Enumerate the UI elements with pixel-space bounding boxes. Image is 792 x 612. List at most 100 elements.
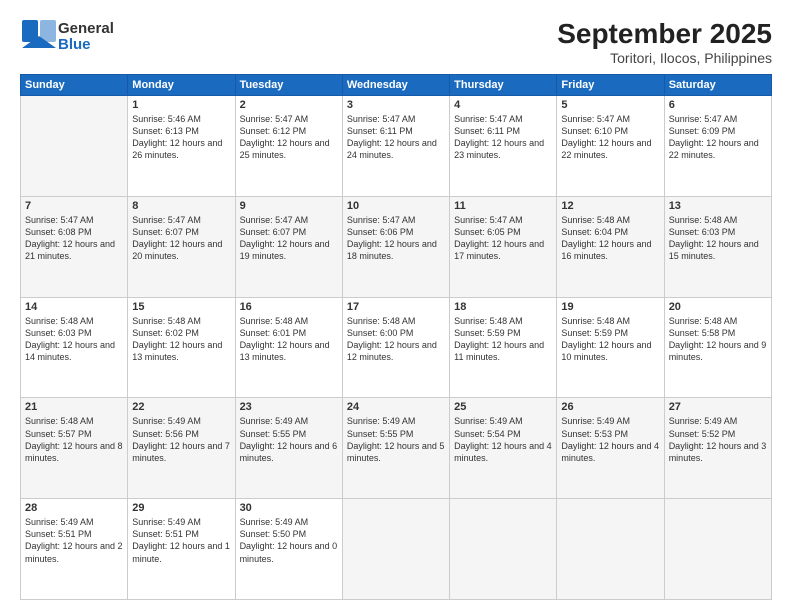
calendar-subtitle: Toritori, Ilocos, Philippines [557,50,772,66]
calendar-cell [557,499,664,600]
day-sunrise: Sunrise: 5:49 AM [132,416,201,426]
header-wednesday: Wednesday [342,75,449,96]
day-number: 22 [132,401,230,413]
day-number: 6 [669,99,767,111]
day-number: 25 [454,401,552,413]
calendar-table: Sunday Monday Tuesday Wednesday Thursday… [20,74,772,600]
day-number: 11 [454,200,552,212]
day-sunset: Sunset: 5:53 PM [561,429,628,439]
day-daylight: Daylight: 12 hours and 13 minutes. [240,340,330,362]
calendar-cell: 17 Sunrise: 5:48 AM Sunset: 6:00 PM Dayl… [342,297,449,398]
calendar-cell: 14 Sunrise: 5:48 AM Sunset: 6:03 PM Dayl… [21,297,128,398]
day-number: 2 [240,99,338,111]
day-number: 28 [25,502,123,514]
day-daylight: Daylight: 12 hours and 22 minutes. [669,138,759,160]
calendar-cell: 27 Sunrise: 5:49 AM Sunset: 5:52 PM Dayl… [664,398,771,499]
day-number: 15 [132,301,230,313]
day-sunrise: Sunrise: 5:49 AM [240,416,309,426]
calendar-cell: 19 Sunrise: 5:48 AM Sunset: 5:59 PM Dayl… [557,297,664,398]
day-sunset: Sunset: 5:59 PM [561,328,628,338]
calendar-week-row-2: 7 Sunrise: 5:47 AM Sunset: 6:08 PM Dayli… [21,196,772,297]
calendar-cell: 2 Sunrise: 5:47 AM Sunset: 6:12 PM Dayli… [235,96,342,197]
day-number: 30 [240,502,338,514]
day-sunset: Sunset: 6:10 PM [561,126,628,136]
day-number: 5 [561,99,659,111]
calendar-cell: 15 Sunrise: 5:48 AM Sunset: 6:02 PM Dayl… [128,297,235,398]
day-sunrise: Sunrise: 5:48 AM [240,316,309,326]
day-number: 3 [347,99,445,111]
day-sunset: Sunset: 5:54 PM [454,429,521,439]
day-sunset: Sunset: 5:51 PM [132,529,199,539]
calendar-cell [450,499,557,600]
day-daylight: Daylight: 12 hours and 19 minutes. [240,239,330,261]
day-sunset: Sunset: 5:55 PM [347,429,414,439]
day-daylight: Daylight: 12 hours and 6 minutes. [240,441,338,463]
logo: General Blue [20,18,114,56]
calendar-cell: 7 Sunrise: 5:47 AM Sunset: 6:08 PM Dayli… [21,196,128,297]
logo-text: General Blue [58,21,114,54]
day-sunset: Sunset: 6:05 PM [454,227,521,237]
day-number: 9 [240,200,338,212]
day-sunrise: Sunrise: 5:48 AM [25,316,94,326]
calendar-cell: 3 Sunrise: 5:47 AM Sunset: 6:11 PM Dayli… [342,96,449,197]
header-monday: Monday [128,75,235,96]
day-sunset: Sunset: 6:04 PM [561,227,628,237]
calendar-cell: 6 Sunrise: 5:47 AM Sunset: 6:09 PM Dayli… [664,96,771,197]
day-daylight: Daylight: 12 hours and 10 minutes. [561,340,651,362]
day-number: 18 [454,301,552,313]
day-sunrise: Sunrise: 5:47 AM [240,215,309,225]
day-sunrise: Sunrise: 5:48 AM [347,316,416,326]
logo-blue-text: Blue [58,37,114,54]
day-sunset: Sunset: 6:01 PM [240,328,307,338]
day-sunset: Sunset: 6:06 PM [347,227,414,237]
day-sunset: Sunset: 5:50 PM [240,529,307,539]
day-daylight: Daylight: 12 hours and 7 minutes. [132,441,230,463]
day-sunset: Sunset: 6:00 PM [347,328,414,338]
calendar-cell: 29 Sunrise: 5:49 AM Sunset: 5:51 PM Dayl… [128,499,235,600]
day-number: 13 [669,200,767,212]
day-daylight: Daylight: 12 hours and 14 minutes. [25,340,115,362]
calendar-cell: 24 Sunrise: 5:49 AM Sunset: 5:55 PM Dayl… [342,398,449,499]
calendar-cell: 21 Sunrise: 5:48 AM Sunset: 5:57 PM Dayl… [21,398,128,499]
day-number: 26 [561,401,659,413]
header: General Blue September 2025 Toritori, Il… [20,18,772,66]
day-sunrise: Sunrise: 5:49 AM [25,517,94,527]
day-number: 4 [454,99,552,111]
day-sunrise: Sunrise: 5:47 AM [347,114,416,124]
day-sunrise: Sunrise: 5:48 AM [561,316,630,326]
day-daylight: Daylight: 12 hours and 12 minutes. [347,340,437,362]
day-daylight: Daylight: 12 hours and 18 minutes. [347,239,437,261]
day-sunset: Sunset: 6:03 PM [669,227,736,237]
calendar-cell [342,499,449,600]
calendar-cell: 28 Sunrise: 5:49 AM Sunset: 5:51 PM Dayl… [21,499,128,600]
day-sunrise: Sunrise: 5:49 AM [669,416,738,426]
day-sunrise: Sunrise: 5:48 AM [669,215,738,225]
day-sunrise: Sunrise: 5:47 AM [454,114,523,124]
day-sunset: Sunset: 6:08 PM [25,227,92,237]
calendar-cell: 18 Sunrise: 5:48 AM Sunset: 5:59 PM Dayl… [450,297,557,398]
calendar-cell: 16 Sunrise: 5:48 AM Sunset: 6:01 PM Dayl… [235,297,342,398]
day-sunset: Sunset: 5:57 PM [25,429,92,439]
calendar-cell: 8 Sunrise: 5:47 AM Sunset: 6:07 PM Dayli… [128,196,235,297]
calendar-cell [664,499,771,600]
calendar-title: September 2025 [557,18,772,50]
day-sunrise: Sunrise: 5:49 AM [454,416,523,426]
day-sunrise: Sunrise: 5:49 AM [132,517,201,527]
day-daylight: Daylight: 12 hours and 4 minutes. [561,441,659,463]
calendar-cell: 13 Sunrise: 5:48 AM Sunset: 6:03 PM Dayl… [664,196,771,297]
calendar-cell: 26 Sunrise: 5:49 AM Sunset: 5:53 PM Dayl… [557,398,664,499]
calendar-cell: 20 Sunrise: 5:48 AM Sunset: 5:58 PM Dayl… [664,297,771,398]
day-daylight: Daylight: 12 hours and 16 minutes. [561,239,651,261]
day-daylight: Daylight: 12 hours and 11 minutes. [454,340,544,362]
day-number: 24 [347,401,445,413]
day-daylight: Daylight: 12 hours and 13 minutes. [132,340,222,362]
day-sunset: Sunset: 6:09 PM [669,126,736,136]
day-daylight: Daylight: 12 hours and 0 minutes. [240,541,338,563]
header-thursday: Thursday [450,75,557,96]
day-sunrise: Sunrise: 5:48 AM [669,316,738,326]
day-daylight: Daylight: 12 hours and 24 minutes. [347,138,437,160]
day-daylight: Daylight: 12 hours and 8 minutes. [25,441,123,463]
day-sunrise: Sunrise: 5:46 AM [132,114,201,124]
day-sunrise: Sunrise: 5:49 AM [347,416,416,426]
header-tuesday: Tuesday [235,75,342,96]
